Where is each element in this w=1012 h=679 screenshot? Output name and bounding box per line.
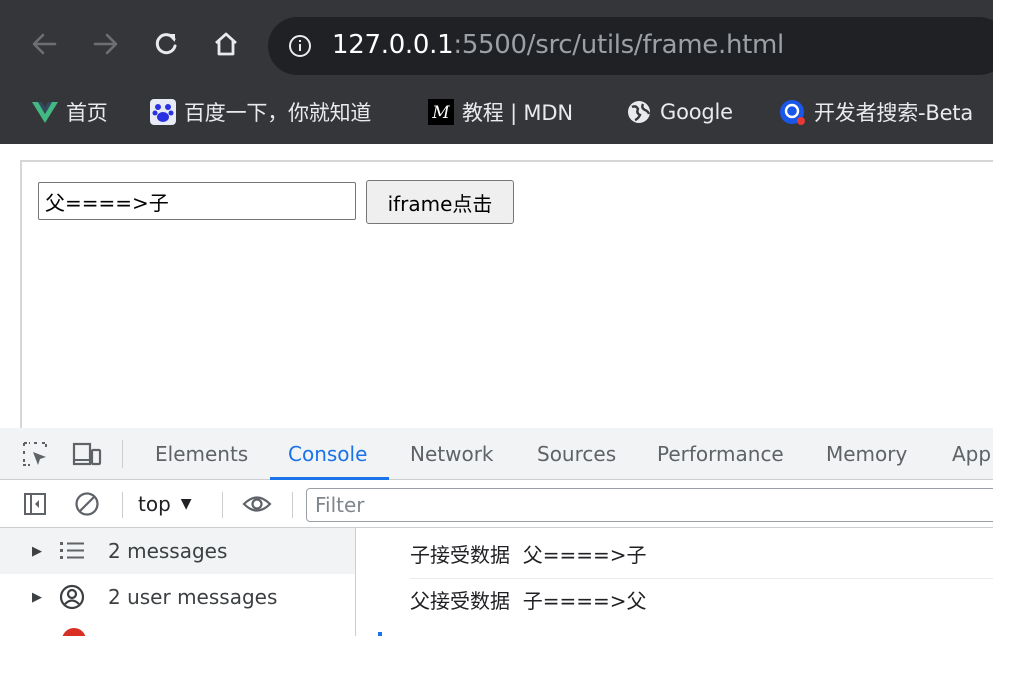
- list-icon: [58, 537, 86, 565]
- error-icon: [62, 628, 86, 636]
- tab-console[interactable]: Console: [269, 428, 390, 480]
- page-content: iframe点击: [20, 160, 993, 428]
- svg-text:M: M: [431, 103, 450, 123]
- bookmark-home[interactable]: 首页: [32, 90, 108, 134]
- toolbar-divider: [122, 492, 123, 518]
- toolbar-divider: [292, 492, 293, 518]
- info-icon[interactable]: [288, 34, 312, 62]
- home-icon[interactable]: [206, 24, 246, 64]
- filter-input[interactable]: [306, 488, 993, 522]
- bookmark-label: 教程 | MDN: [462, 101, 573, 125]
- expand-caret-icon[interactable]: ▶: [32, 590, 44, 605]
- context-selector[interactable]: top ▼: [138, 480, 192, 528]
- tab-network[interactable]: Network: [410, 428, 494, 480]
- globe-icon: [626, 99, 652, 125]
- dev-search-icon: [778, 98, 806, 126]
- forward-arrow-icon[interactable]: [86, 24, 126, 64]
- devtools-tab-strip: Elements Console Network Sources Perform…: [0, 428, 993, 480]
- inspect-element-icon[interactable]: [20, 440, 50, 468]
- bookmark-google[interactable]: Google: [626, 90, 733, 134]
- tab-performance[interactable]: Performance: [657, 428, 784, 480]
- sidebar-item-messages[interactable]: ▶ 2 messages: [0, 528, 355, 574]
- console-message: 子接受数据 父====>子: [410, 532, 993, 579]
- user-circle-icon: [58, 583, 86, 611]
- url-host: 127.0.0.1: [332, 30, 454, 60]
- toolbar-divider: [222, 492, 223, 518]
- bookmark-label: 首页: [66, 101, 108, 125]
- url-text[interactable]: 127.0.0.1:5500/src/utils/frame.html: [332, 30, 784, 60]
- bookmarks-bar: 首页 百度一下，你就知道 M 教程 | MDN Google 开发者搜索-Bet…: [0, 90, 993, 144]
- iframe-click-button[interactable]: iframe点击: [366, 180, 514, 224]
- console-log: 子接受数据 父====>子 父接受数据 子====>父: [356, 528, 993, 636]
- console-prompt-icon: [378, 632, 382, 636]
- bookmark-mdn[interactable]: M 教程 | MDN: [428, 90, 573, 134]
- bookmark-baidu[interactable]: 百度一下，你就知道: [150, 90, 371, 134]
- clear-console-icon[interactable]: [72, 490, 102, 518]
- toolbar-divider: [122, 440, 123, 468]
- url-path: :5500/src/utils/frame.html: [453, 30, 784, 60]
- bookmark-dev-search[interactable]: 开发者搜索-Beta: [778, 90, 973, 134]
- screenshot: 127.0.0.1:5500/src/utils/frame.html 首页 百…: [0, 0, 993, 636]
- console-sidebar: ▶ 2 messages ▶ 2 user messages: [0, 528, 356, 636]
- tab-elements[interactable]: Elements: [155, 428, 248, 480]
- expand-caret-icon[interactable]: ▶: [32, 544, 44, 559]
- baidu-paw-icon: [150, 99, 176, 125]
- eye-icon[interactable]: [242, 490, 272, 518]
- console-message: 父接受数据 子====>父: [410, 589, 647, 613]
- context-value: top: [138, 492, 171, 516]
- tab-sources[interactable]: Sources: [537, 428, 616, 480]
- console-toolbar: top ▼: [0, 480, 993, 528]
- message-input[interactable]: [38, 182, 356, 220]
- back-arrow-icon[interactable]: [24, 24, 64, 64]
- bookmark-label: 开发者搜索-Beta: [814, 101, 974, 125]
- tab-memory[interactable]: Memory: [826, 428, 907, 480]
- device-toolbar-icon[interactable]: [72, 440, 102, 468]
- address-bar[interactable]: 127.0.0.1:5500/src/utils/frame.html: [268, 17, 993, 75]
- mdn-logo-icon: M: [428, 99, 454, 125]
- reload-icon[interactable]: [146, 24, 186, 64]
- bookmark-label: Google: [660, 100, 733, 124]
- vue-logo-icon: [32, 100, 58, 124]
- browser-toolbar: 127.0.0.1:5500/src/utils/frame.html: [0, 0, 993, 90]
- sidebar-item-user-messages[interactable]: ▶ 2 user messages: [0, 574, 355, 620]
- sidebar-toggle-icon[interactable]: [20, 490, 50, 518]
- tab-application[interactable]: App: [952, 428, 991, 480]
- sidebar-item-label: 2 messages: [108, 539, 228, 563]
- sidebar-item-label: 2 user messages: [108, 585, 278, 609]
- dropdown-caret-icon: ▼: [180, 496, 192, 512]
- bookmark-label: 百度一下，你就知道: [184, 101, 372, 125]
